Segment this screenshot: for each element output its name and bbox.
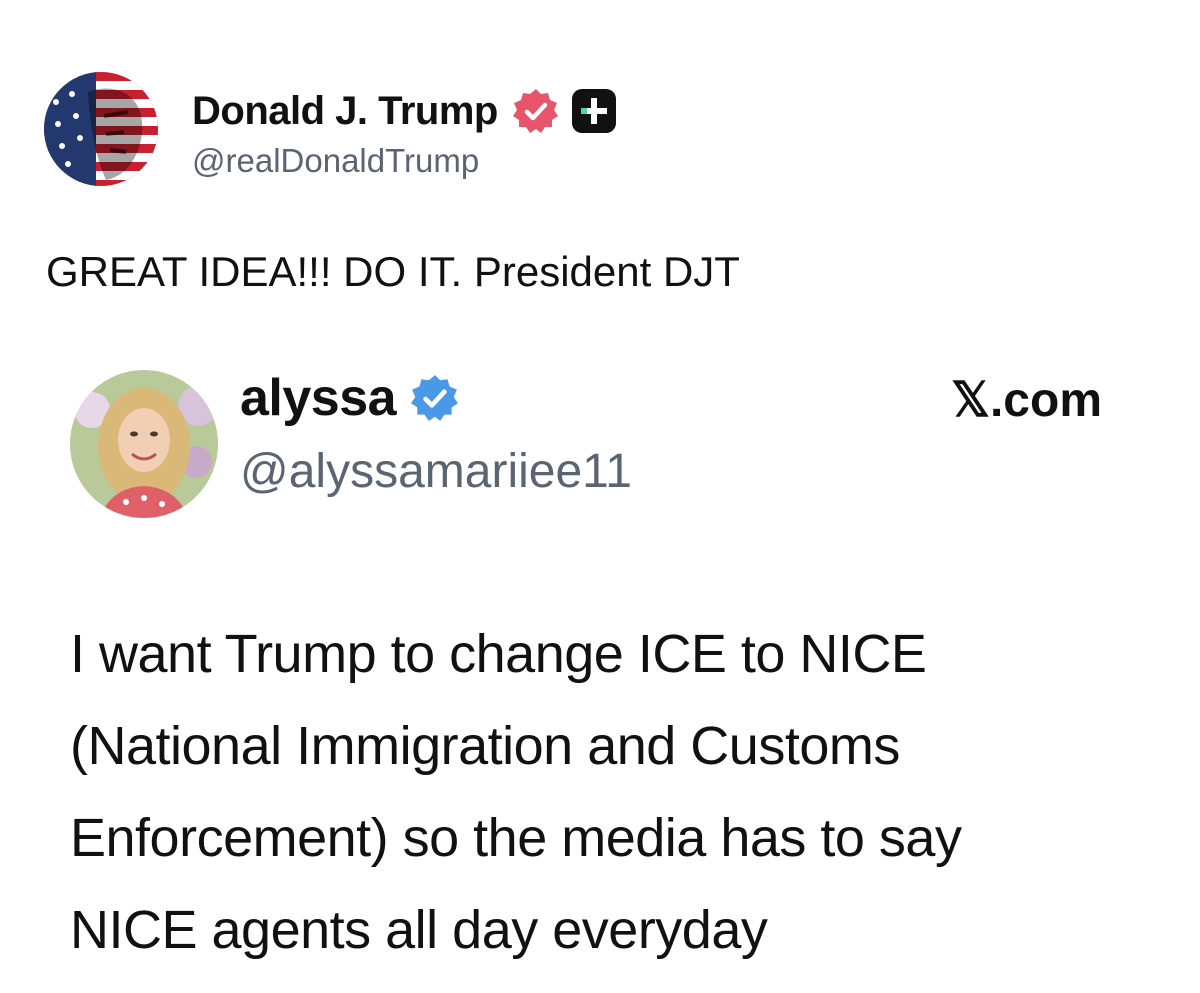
embedded-name-row: alyssa	[240, 368, 460, 428]
x-logo-label: 𝕏.com	[951, 374, 1102, 427]
author-name-row: Donald J. Trump	[192, 84, 616, 138]
post-header: Donald J. Trump @realDonaldTrump	[44, 72, 1144, 192]
author-name[interactable]: Donald J. Trump	[192, 89, 498, 134]
tweet-text-line: (National Immigration and Customs	[70, 716, 900, 776]
embedded-author-avatar[interactable]	[70, 370, 218, 518]
embedded-tweet[interactable]: alyssa @alyssamariiee11 𝕏.com I want Tru…	[0, 340, 1200, 993]
tweet-text-line: I want Trump to change ICE to NICE	[70, 624, 927, 684]
author-block: Donald J. Trump @realDonaldTrump	[192, 84, 616, 180]
tweet-text-line: NICE agents all day everyday	[70, 900, 768, 960]
flag-portrait-image	[44, 72, 158, 186]
embedded-tweet-text: I want Trump to change ICE to NICE (Nati…	[70, 608, 1160, 976]
plus-badge-icon	[571, 89, 616, 133]
embedded-author-name[interactable]: alyssa	[240, 368, 397, 428]
verified-badge-icon	[512, 89, 558, 133]
portrait-photo-image	[70, 370, 218, 518]
embedded-author-handle[interactable]: @alyssamariiee11	[240, 444, 632, 499]
author-handle[interactable]: @realDonaldTrump	[192, 142, 616, 180]
post-text: GREAT IDEA!!! DO IT. President DJT	[46, 248, 740, 295]
tweet-text-line: Enforcement) so the media has to say	[70, 808, 962, 868]
verified-badge-icon	[411, 375, 458, 421]
author-avatar[interactable]	[44, 72, 158, 186]
